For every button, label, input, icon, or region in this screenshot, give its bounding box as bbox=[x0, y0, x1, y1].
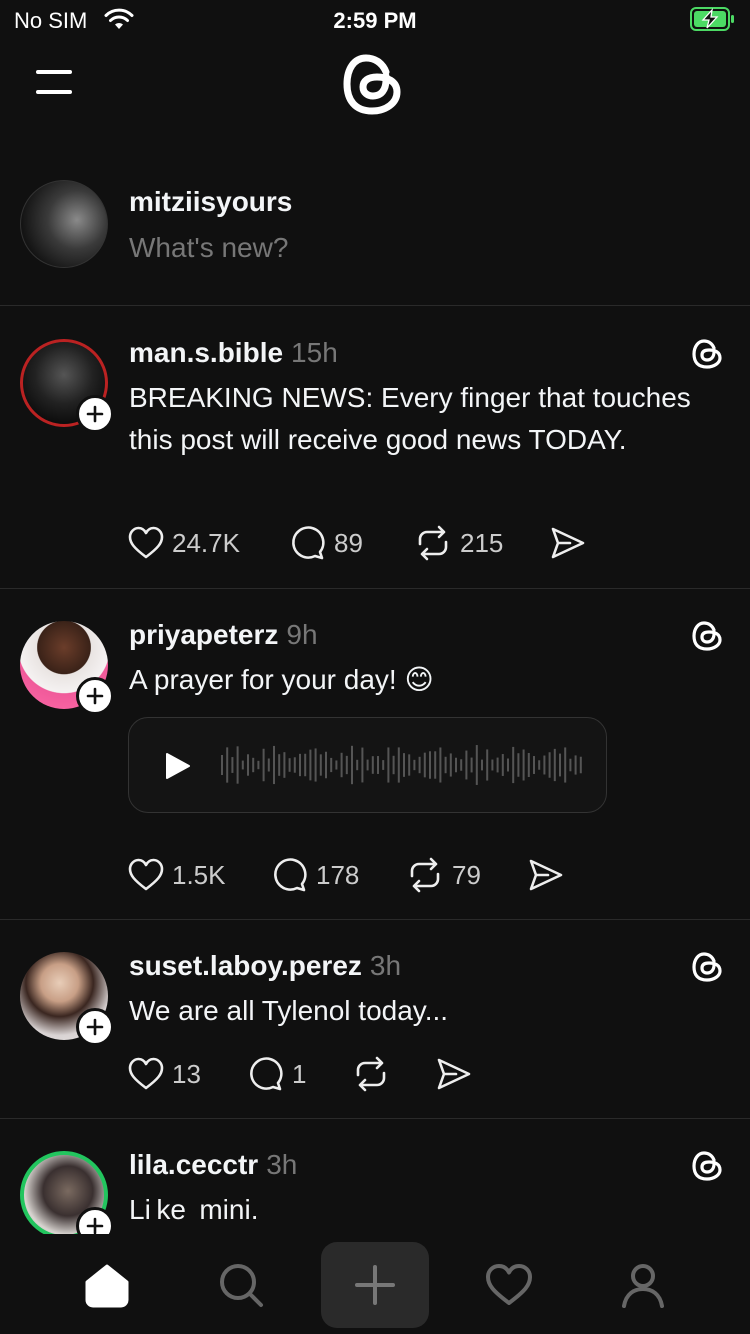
bottom-nav bbox=[0, 1234, 750, 1334]
post-time: 3h bbox=[369, 950, 402, 981]
post-actions: 1.5K 178 79 bbox=[128, 855, 588, 895]
post-avatar[interactable] bbox=[20, 1151, 114, 1239]
post-username[interactable]: priyapeterz bbox=[129, 619, 278, 650]
like-button[interactable]: 24.7K bbox=[128, 523, 240, 563]
thread-post[interactable]: priyapeterz 9h A prayer for your day! 😊 1… bbox=[0, 589, 750, 920]
post-time: 3h bbox=[266, 1149, 298, 1180]
threads-logo-icon bbox=[692, 621, 722, 651]
nav-home[interactable] bbox=[53, 1242, 161, 1328]
post-avatar[interactable] bbox=[20, 952, 114, 1046]
avatar[interactable] bbox=[20, 180, 108, 268]
threads-logo-icon bbox=[692, 1151, 722, 1181]
post-text: Li ke mini. bbox=[129, 1194, 259, 1225]
status-time: 2:59 PM bbox=[333, 8, 417, 33]
share-button[interactable] bbox=[550, 523, 586, 563]
repost-icon bbox=[356, 1056, 386, 1092]
plus-icon bbox=[86, 687, 104, 705]
activity-heart-icon bbox=[486, 1264, 532, 1305]
post-username[interactable]: suset.laboy.perez bbox=[129, 950, 362, 981]
follow-button[interactable] bbox=[76, 1008, 114, 1046]
plus-icon bbox=[86, 1217, 104, 1235]
follow-button[interactable] bbox=[76, 395, 114, 433]
repost-icon bbox=[418, 525, 448, 561]
thread-post[interactable]: lila.cecctr 3h Li ke mini. bbox=[0, 1119, 750, 1239]
search-icon bbox=[220, 1264, 263, 1307]
nav-profile[interactable] bbox=[589, 1242, 697, 1328]
heart-icon bbox=[128, 1057, 164, 1090]
send-icon bbox=[529, 859, 563, 891]
post-time: 9h bbox=[286, 619, 318, 650]
nav-search[interactable] bbox=[187, 1242, 295, 1328]
create-icon bbox=[355, 1265, 395, 1305]
heart-icon bbox=[128, 858, 164, 891]
post-avatar[interactable] bbox=[20, 621, 114, 715]
repost-count: 215 bbox=[460, 527, 504, 558]
post-actions: 13 1 bbox=[128, 1054, 488, 1094]
repost-button[interactable] bbox=[352, 1054, 390, 1094]
hamburger-menu-icon bbox=[36, 70, 72, 74]
composer-username: mitziisyours bbox=[129, 186, 293, 217]
reply-button[interactable]: 178 bbox=[272, 855, 359, 895]
post-username[interactable]: man.s.bible bbox=[129, 337, 283, 368]
post-header[interactable]: lila.cecctr 3h bbox=[129, 1149, 297, 1181]
repost-button[interactable]: 215 bbox=[414, 523, 503, 563]
status-bar: No SIM 2:59 PM bbox=[0, 0, 750, 42]
profile-icon bbox=[622, 1264, 664, 1308]
audio-waveform[interactable] bbox=[217, 740, 587, 790]
repost-button[interactable]: 79 bbox=[406, 855, 481, 895]
like-count: 13 bbox=[172, 1058, 201, 1089]
threads-logo-icon bbox=[692, 339, 722, 369]
comment-icon bbox=[250, 1057, 283, 1091]
plus-icon bbox=[86, 405, 104, 423]
thread-post[interactable]: suset.laboy.perez 3h We are all Tylenol t… bbox=[0, 920, 750, 1119]
composer-placeholder[interactable]: What's new? bbox=[129, 232, 288, 264]
post-text: We are all Tylenol today... bbox=[129, 995, 449, 1026]
reply-button[interactable]: 89 bbox=[290, 523, 363, 563]
share-button[interactable] bbox=[436, 1054, 472, 1094]
audio-player[interactable] bbox=[128, 717, 607, 813]
home-icon bbox=[85, 1264, 129, 1308]
post-username[interactable]: lila.cecctr bbox=[129, 1149, 258, 1180]
comment-icon bbox=[292, 526, 325, 560]
new-thread-composer[interactable]: mitziisyours What's new? bbox=[0, 168, 750, 306]
repost-icon bbox=[410, 857, 440, 893]
like-count: 1.5K bbox=[172, 859, 226, 890]
comment-icon bbox=[274, 858, 307, 892]
threads-logo-icon bbox=[692, 952, 722, 982]
post-text: A prayer for your day! 😊 bbox=[129, 664, 434, 695]
post-header[interactable]: man.s.bible 15h bbox=[129, 337, 338, 369]
reply-count: 1 bbox=[292, 1058, 307, 1089]
reply-count: 178 bbox=[316, 859, 360, 890]
send-icon bbox=[551, 527, 585, 559]
post-header[interactable]: priyapeterz 9h bbox=[129, 619, 318, 651]
post-time: 15h bbox=[291, 337, 338, 368]
menu-button[interactable] bbox=[36, 68, 76, 98]
thread-post[interactable]: man.s.bible 15h BREAKING NEWS: Every fing… bbox=[0, 307, 750, 589]
post-header[interactable]: suset.laboy.perez 3h bbox=[129, 950, 401, 982]
reply-button[interactable]: 1 bbox=[248, 1054, 306, 1094]
nav-create[interactable] bbox=[321, 1242, 429, 1328]
send-icon bbox=[437, 1058, 471, 1090]
like-count: 24.7K bbox=[172, 527, 240, 558]
post-actions: 24.7K 89 215 bbox=[128, 523, 608, 563]
heart-icon bbox=[128, 526, 164, 559]
reply-count: 89 bbox=[334, 527, 363, 558]
follow-button[interactable] bbox=[76, 677, 114, 715]
nav-activity[interactable] bbox=[455, 1242, 563, 1328]
like-button[interactable]: 13 bbox=[128, 1054, 201, 1094]
post-text: BREAKING NEWS: Every finger that touches… bbox=[129, 382, 691, 455]
post-avatar[interactable] bbox=[20, 339, 114, 433]
battery-charging-icon bbox=[690, 7, 736, 31]
plus-icon bbox=[86, 1018, 104, 1036]
like-button[interactable]: 1.5K bbox=[128, 855, 226, 895]
play-icon[interactable] bbox=[163, 752, 191, 780]
repost-count: 79 bbox=[452, 859, 481, 890]
share-button[interactable] bbox=[528, 855, 564, 895]
threads-logo-icon[interactable] bbox=[342, 50, 406, 118]
